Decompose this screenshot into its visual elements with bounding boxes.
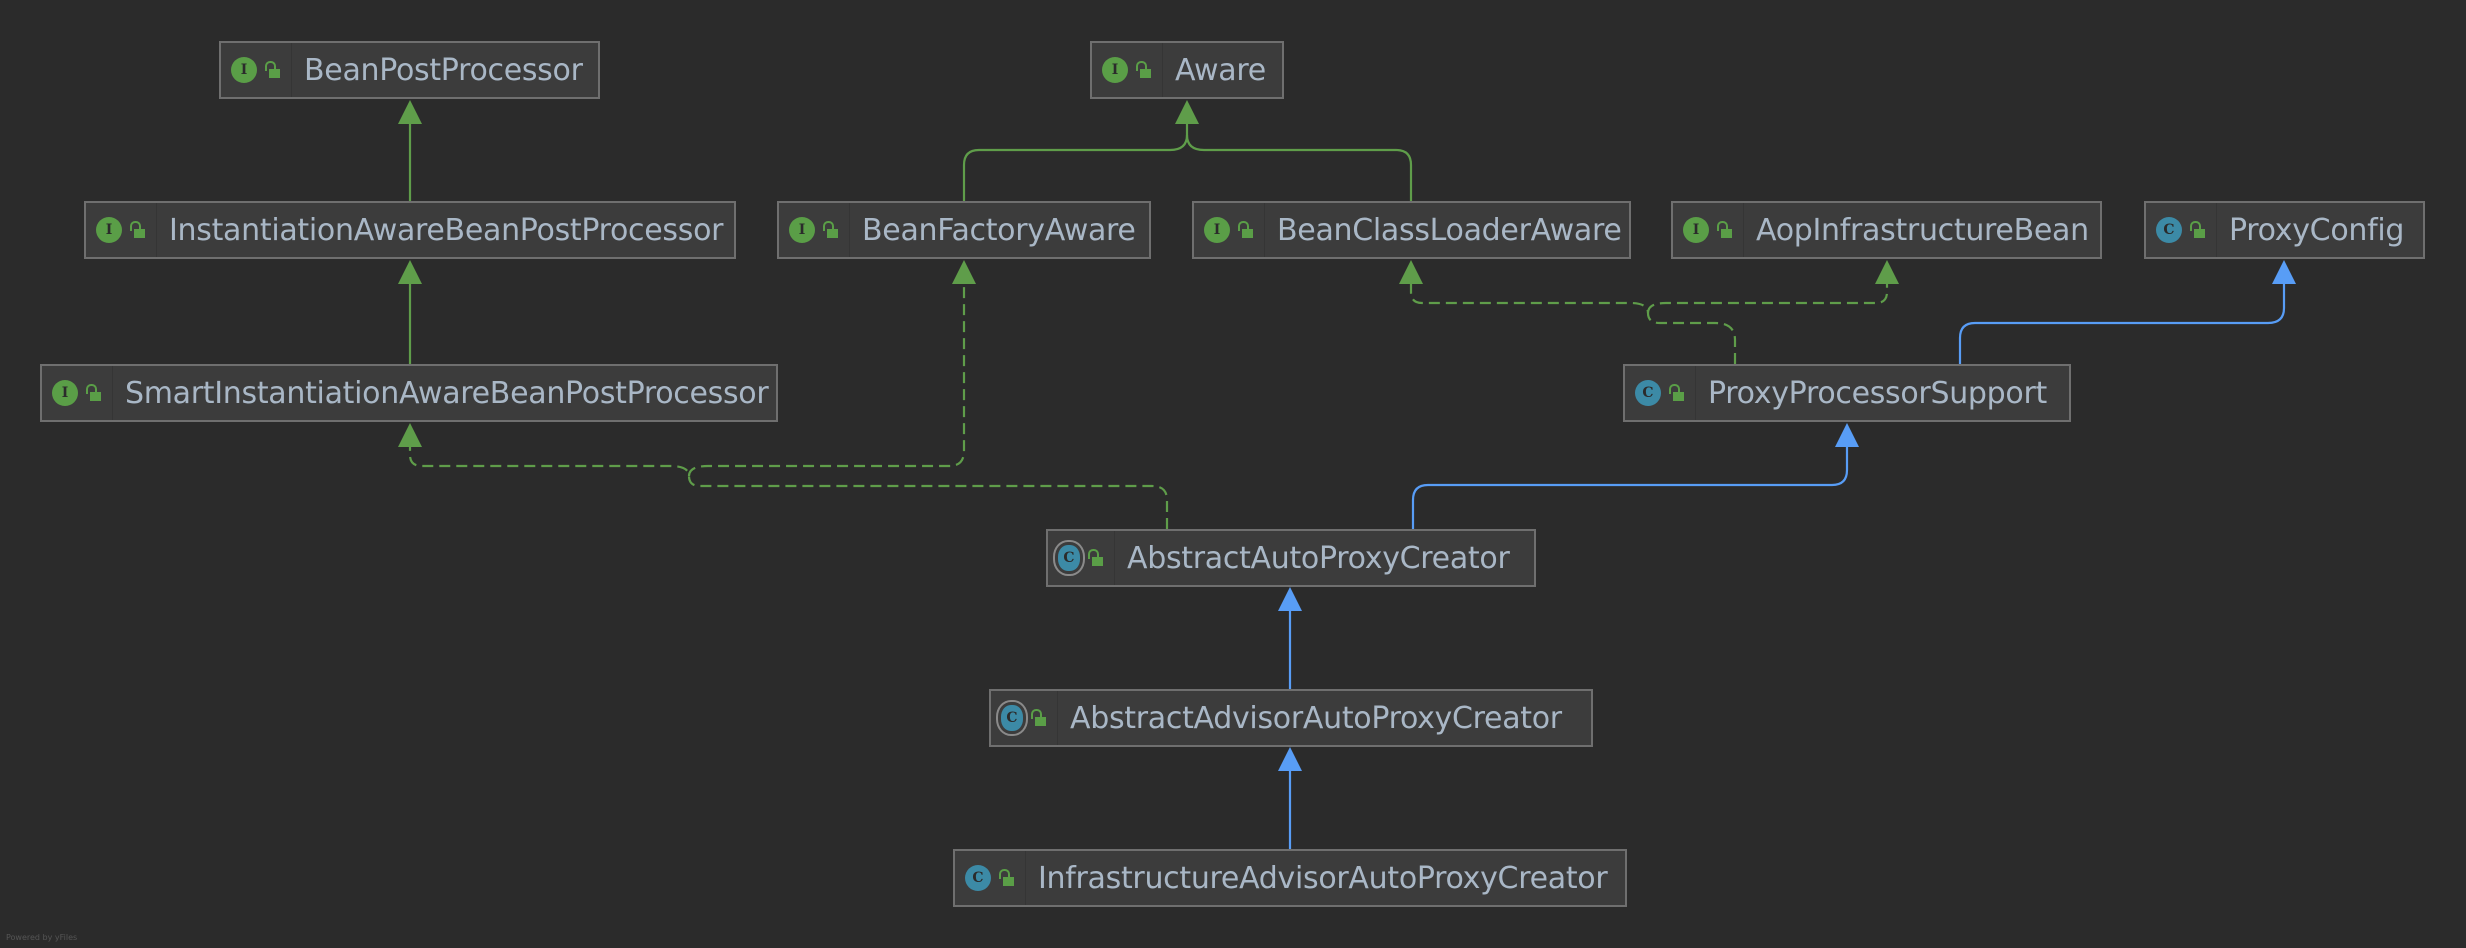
interface-badge-icon: I [52,380,78,406]
unlocked-padlock-icon [1238,221,1254,239]
unlocked-padlock-icon [823,221,839,239]
arrowhead-icon [1835,423,1859,447]
class-badge-icon: C [965,865,991,891]
class-node-bean-class-loader-aware[interactable]: I BeanClassLoaderAware [1192,201,1631,259]
node-icons: I [86,203,157,257]
class-node-abstract-auto-proxy-creator[interactable]: C AbstractAutoProxyCreator [1046,529,1536,587]
node-icons: C [1048,531,1115,585]
unlocked-padlock-icon [86,384,102,402]
class-name-label: InstantiationAwareBeanPostProcessor [169,212,724,248]
interface-badge-icon: I [789,217,815,243]
node-icons: I [1194,203,1265,257]
node-icons: C [1625,366,1696,420]
edge-implements-bean-class-loader-aware [1409,284,1737,364]
class-name-label: AbstractAdvisorAutoProxyCreator [1070,700,1562,736]
unlocked-padlock-icon [1669,384,1685,402]
arrowhead-icon [952,260,976,284]
class-name-label: Aware [1175,52,1266,88]
edge-extends-proxy-processor-support [1411,447,1849,529]
class-node-bean-post-processor[interactable]: I BeanPostProcessor [219,41,600,99]
unlocked-padlock-icon [1136,61,1152,79]
unlocked-padlock-icon [1031,709,1047,727]
edge-implements-aop-infrastructure-bean [1646,284,1889,314]
abstract-class-badge-icon: C [1058,545,1080,571]
unlocked-padlock-icon [1088,549,1104,567]
node-icons: I [1673,203,1744,257]
unlocked-padlock-icon [2190,221,2206,239]
interface-badge-icon: I [231,57,257,83]
arrowhead-icon [398,260,422,284]
arrowhead-icon [1399,260,1423,284]
node-icons: I [1092,43,1163,97]
class-name-label: ProxyProcessorSupport [1708,375,2047,411]
edge-implements-smart-instantiation-aware [408,447,1169,529]
abstract-class-badge-icon: C [1001,705,1023,731]
node-icons: I [42,366,113,420]
interface-badge-icon: I [1683,217,1709,243]
arrowhead-icon [1175,100,1199,124]
class-name-label: BeanClassLoaderAware [1277,212,1622,248]
node-icons: I [221,43,292,97]
class-name-label: SmartInstantiationAwareBeanPostProcessor [125,375,769,411]
class-node-proxy-processor-support[interactable]: C ProxyProcessorSupport [1623,364,2071,422]
node-icons: C [955,851,1026,905]
unlocked-padlock-icon [265,61,281,79]
arrowhead-icon [398,423,422,447]
class-node-aop-infrastructure-bean[interactable]: I AopInfrastructureBean [1671,201,2102,259]
class-node-bean-factory-aware[interactable]: I BeanFactoryAware [777,201,1151,259]
class-node-instantiation-aware-bean-post-processor[interactable]: I InstantiationAwareBeanPostProcessor [84,201,736,259]
class-node-abstract-advisor-auto-proxy-creator[interactable]: C AbstractAdvisorAutoProxyCreator [989,689,1593,747]
class-node-infrastructure-advisor-auto-proxy-creator[interactable]: C InfrastructureAdvisorAutoProxyCreator [953,849,1627,907]
unlocked-padlock-icon [999,869,1015,887]
powered-by-footer: Powered by yFiles [6,933,78,942]
node-icons: I [779,203,850,257]
class-badge-icon: C [1635,380,1661,406]
arrowhead-icon [398,100,422,124]
node-icons: C [991,691,1058,745]
class-node-proxy-config[interactable]: C ProxyConfig [2144,201,2425,259]
interface-badge-icon: I [1102,57,1128,83]
class-node-smart-instantiation-aware-bean-post-processor[interactable]: I SmartInstantiationAwareBeanPostProcesso… [40,364,778,422]
node-icons: C [2146,203,2217,257]
class-name-label: ProxyConfig [2229,212,2405,248]
class-name-label: BeanFactoryAware [862,212,1136,248]
class-name-label: BeanPostProcessor [304,52,583,88]
class-name-label: InfrastructureAdvisorAutoProxyCreator [1038,860,1608,896]
class-name-label: AbstractAutoProxyCreator [1127,540,1510,576]
class-node-aware[interactable]: I Aware [1090,41,1284,99]
arrowhead-icon [1278,747,1302,771]
edge-bean-factory-aware-to-aware [962,123,1189,201]
edge-bean-class-loader-aware-to-aware [1185,134,1413,201]
arrowhead-icon [2272,260,2296,284]
arrowhead-icon [1875,260,1899,284]
arrowhead-icon [1278,587,1302,611]
interface-badge-icon: I [1204,217,1230,243]
edge-extends-proxy-config [1958,284,2286,364]
interface-badge-icon: I [96,217,122,243]
edges-layer [398,100,2296,849]
unlocked-padlock-icon [130,221,146,239]
unlocked-padlock-icon [1717,221,1733,239]
class-badge-icon: C [2156,217,2182,243]
class-name-label: AopInfrastructureBean [1756,212,2089,248]
